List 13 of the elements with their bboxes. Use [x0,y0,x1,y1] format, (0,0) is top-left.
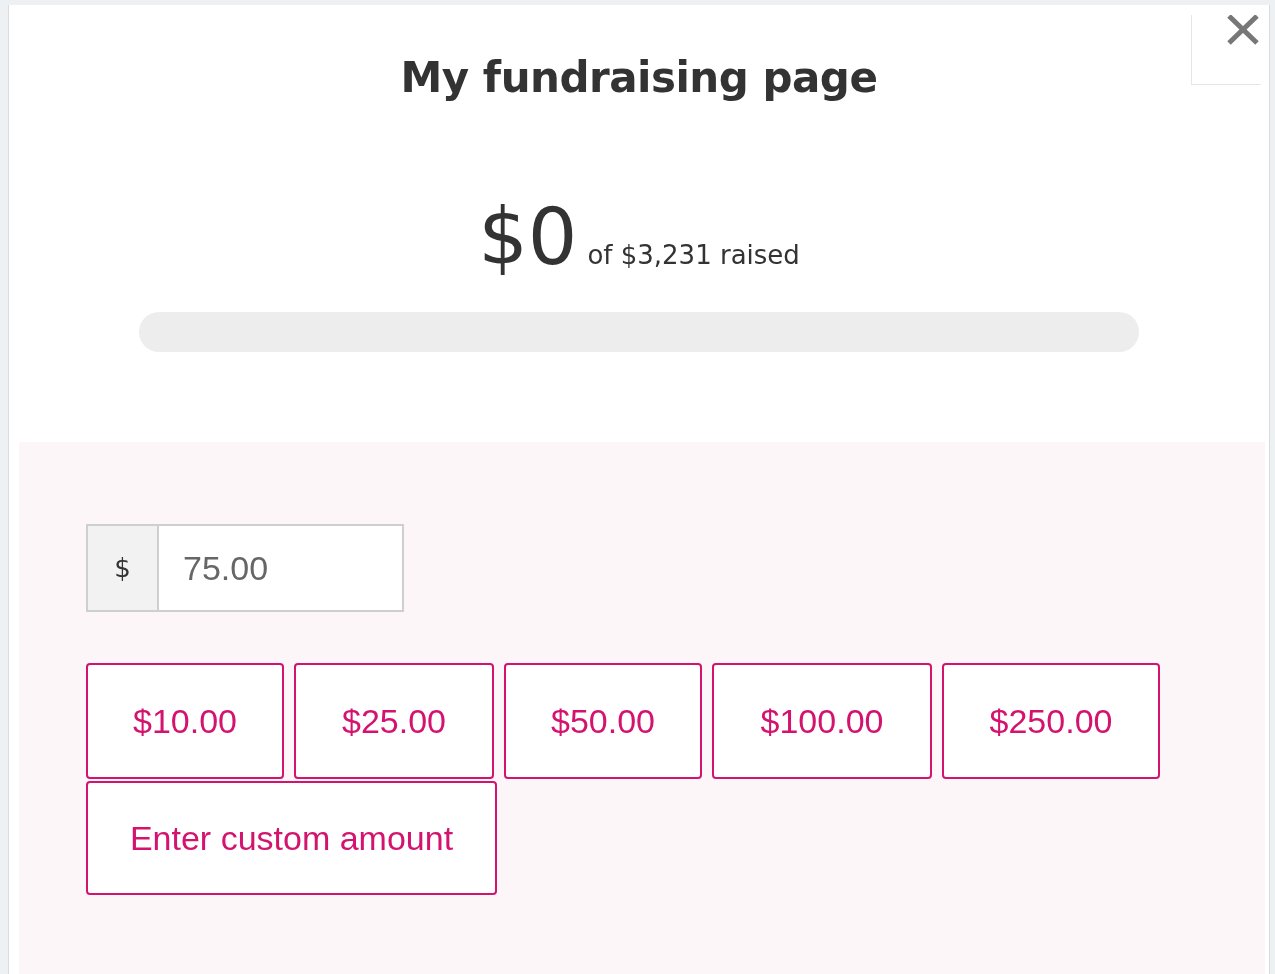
amount-button[interactable]: $100.00 [712,663,932,779]
amount-button[interactable]: $50.00 [504,663,702,779]
currency-prefix: $ [88,526,159,610]
amount-input-group[interactable]: $ 75.00 [86,524,404,612]
amount-field[interactable]: 75.00 [159,526,402,610]
amount-button[interactable]: $10.00 [86,663,284,779]
amount-button[interactable]: $25.00 [294,663,494,779]
goal-text: of $3,231 raised [587,240,800,270]
amount-button[interactable]: $250.00 [942,663,1160,779]
page-title: My fundraising page [400,53,878,102]
raised-amount: $0 [478,198,578,276]
custom-amount-button[interactable]: Enter custom amount [86,781,497,895]
close-icon [1226,15,1260,45]
